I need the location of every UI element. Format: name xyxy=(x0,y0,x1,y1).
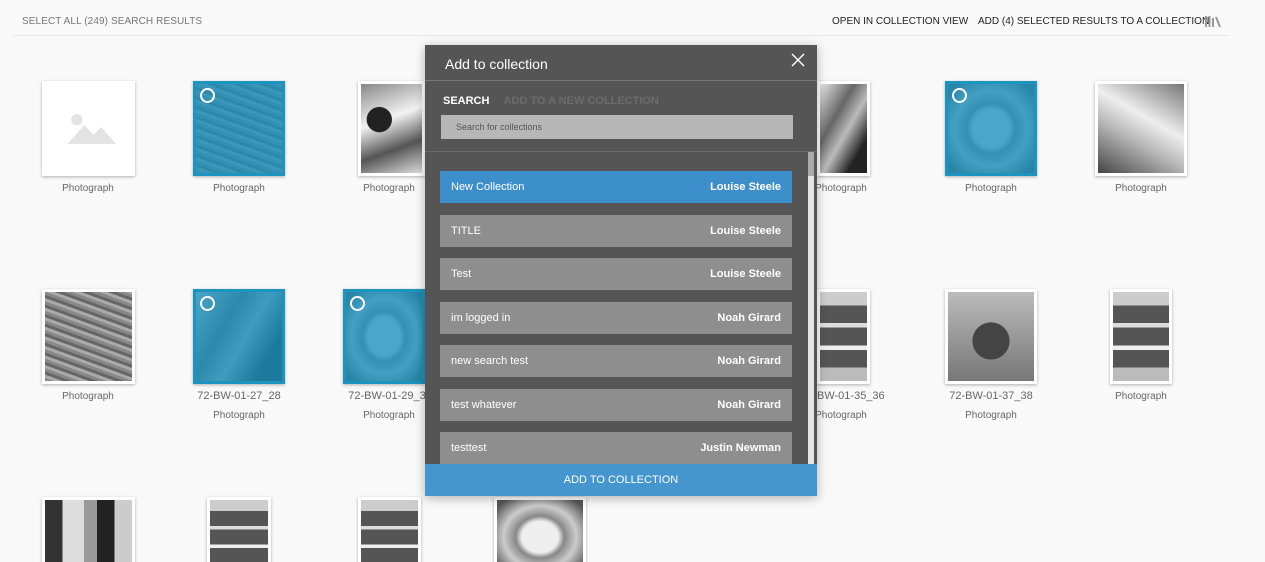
collection-list: New Collection Louise Steele TITLE Louis… xyxy=(425,152,817,464)
result-title[interactable]: 72-BW-01-37_38 xyxy=(931,390,1051,402)
collection-item[interactable]: Test Louise Steele xyxy=(440,258,792,290)
result-thumbnail-selected[interactable] xyxy=(193,81,285,176)
select-all-link[interactable]: SELECT ALL (249) SEARCH RESULTS xyxy=(22,16,202,27)
collection-name: test whatever xyxy=(451,399,517,411)
collection-name: testtest xyxy=(451,442,487,454)
modal-title: Add to collection xyxy=(445,56,548,72)
collection-item[interactable]: im logged in Noah Girard xyxy=(440,302,792,334)
result-type-label: Photograph xyxy=(965,183,1017,194)
result-thumbnail-selected[interactable] xyxy=(193,289,285,384)
result-thumbnail-selected[interactable] xyxy=(945,81,1037,176)
result-type-label: Photograph xyxy=(1115,183,1167,194)
result-thumbnail[interactable] xyxy=(358,497,421,562)
selected-check-icon[interactable] xyxy=(350,296,365,311)
collection-search-input[interactable] xyxy=(441,115,793,139)
result-thumbnail[interactable] xyxy=(1110,289,1172,384)
result-thumbnail[interactable] xyxy=(494,497,586,562)
selected-check-icon[interactable] xyxy=(200,296,215,311)
add-to-collection-modal: Add to collection SEARCH ADD TO A NEW COL… xyxy=(425,45,817,496)
selected-check-icon[interactable] xyxy=(952,88,967,103)
collection-owner: Louise Steele xyxy=(710,181,781,193)
result-title[interactable]: 72-BW-01-27_28 xyxy=(179,390,299,402)
add-to-collection-button[interactable]: ADD TO COLLECTION xyxy=(425,464,817,496)
collection-owner: Louise Steele xyxy=(710,268,781,280)
add-selected-to-collection-link[interactable]: ADD (4) SELECTED RESULTS TO A COLLECTION xyxy=(978,16,1209,27)
collection-name: TITLE xyxy=(451,225,481,237)
open-collection-view-link[interactable]: OPEN IN COLLECTION VIEW xyxy=(832,16,968,27)
result-type-label: Photograph xyxy=(62,391,114,402)
collection-name: im logged in xyxy=(451,312,511,324)
result-thumbnail[interactable] xyxy=(42,289,135,384)
results-toolbar: SELECT ALL (249) SEARCH RESULTS OPEN IN … xyxy=(13,0,1228,36)
collection-list-scrollbar[interactable] xyxy=(808,152,814,464)
result-type-label: Photograph xyxy=(1115,391,1167,402)
collection-owner: Justin Newman xyxy=(700,442,781,454)
result-thumbnail[interactable] xyxy=(358,81,425,176)
result-type-label: Photograph xyxy=(965,410,1017,421)
tab-search[interactable]: SEARCH xyxy=(443,95,489,107)
collection-owner: Louise Steele xyxy=(710,225,781,237)
result-thumbnail[interactable] xyxy=(42,497,135,562)
result-thumbnail-selected[interactable] xyxy=(343,289,425,384)
collection-owner: Noah Girard xyxy=(717,399,781,411)
collection-name: Test xyxy=(451,268,472,280)
collection-name: new search test xyxy=(451,355,529,367)
collection-item[interactable]: new search test Noah Girard xyxy=(440,345,792,377)
collection-owner: Noah Girard xyxy=(717,312,781,324)
collection-item[interactable]: testtest Justin Newman xyxy=(440,432,792,464)
result-type-label: Photograph xyxy=(213,410,265,421)
scrollbar-thumb[interactable] xyxy=(808,152,814,176)
result-thumbnail[interactable] xyxy=(42,81,135,176)
result-type-label: Photograph xyxy=(213,183,265,194)
image-placeholder-icon xyxy=(67,114,117,144)
collection-item[interactable]: test whatever Noah Girard xyxy=(440,389,792,421)
collection-owner: Noah Girard xyxy=(717,355,781,367)
result-thumbnail[interactable] xyxy=(817,81,870,176)
result-thumbnail[interactable] xyxy=(1095,81,1187,176)
modal-tabs: SEARCH ADD TO A NEW COLLECTION xyxy=(443,95,659,107)
collection-name: New Collection xyxy=(451,181,525,193)
result-type-label: Photograph xyxy=(62,183,114,194)
collection-item[interactable]: TITLE Louise Steele xyxy=(440,215,792,247)
tab-add-new-collection[interactable]: ADD TO A NEW COLLECTION xyxy=(503,95,658,107)
library-icon[interactable] xyxy=(1205,15,1221,27)
result-thumbnail[interactable] xyxy=(207,497,271,562)
modal-header: Add to collection xyxy=(425,45,817,81)
close-icon[interactable] xyxy=(791,53,805,67)
result-thumbnail[interactable] xyxy=(945,289,1037,384)
result-thumbnail[interactable] xyxy=(817,289,870,384)
collection-item[interactable]: New Collection Louise Steele xyxy=(440,171,792,203)
selected-check-icon[interactable] xyxy=(200,88,215,103)
